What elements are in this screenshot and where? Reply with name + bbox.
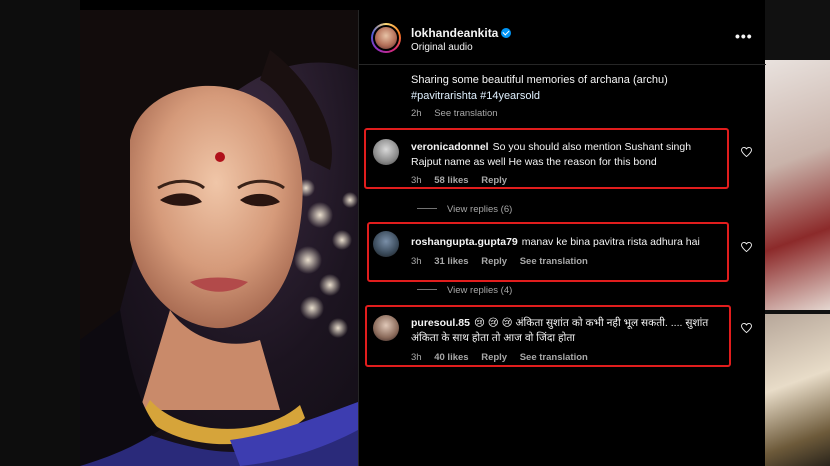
comment-username[interactable]: roshangupta.gupta79 xyxy=(411,236,518,248)
like-heart-icon[interactable] xyxy=(741,147,752,157)
see-translation-button[interactable]: See translation xyxy=(520,256,588,267)
post-username-text[interactable]: lokhandeankita xyxy=(411,26,498,40)
comment-time: 3h xyxy=(411,175,422,186)
audio-label[interactable]: Original audio xyxy=(411,42,473,53)
view-replies-link[interactable]: View replies (4) xyxy=(417,285,512,296)
like-heart-icon[interactable] xyxy=(741,242,752,252)
comment-text: manav ke bina pavitra rista adhura hai xyxy=(521,236,700,248)
post-media-video[interactable] xyxy=(80,10,358,466)
divider-line xyxy=(417,208,437,209)
post-username[interactable]: lokhandeankita xyxy=(411,26,512,40)
thumbnail-image[interactable] xyxy=(765,314,830,466)
reply-button[interactable]: Reply xyxy=(481,256,507,267)
comment-body: puresoul.85 😢 😢 😢 अंकिता सुशांत को कभी नह… xyxy=(411,316,729,346)
comment-username[interactable]: puresoul.85 xyxy=(411,317,470,329)
divider-line xyxy=(417,289,437,290)
post-header: lokhandeankita Original audio ••• xyxy=(359,10,766,65)
comment-time: 3h xyxy=(411,352,422,363)
more-options-icon[interactable]: ••• xyxy=(735,28,753,44)
comment-avatar[interactable] xyxy=(373,139,399,165)
caption-text: Sharing some beautiful memories of archa… xyxy=(411,74,668,86)
post-caption: Sharing some beautiful memories of archa… xyxy=(411,72,731,104)
reply-button[interactable]: Reply xyxy=(481,175,507,186)
highlight-box xyxy=(367,222,729,282)
comment-likes[interactable]: 40 likes xyxy=(434,352,468,363)
caption-see-translation[interactable]: See translation xyxy=(434,108,497,119)
caption-meta: 2h See translation xyxy=(411,108,508,119)
background-right-thumbnails xyxy=(765,0,830,466)
comment-avatar[interactable] xyxy=(373,231,399,257)
see-translation-button[interactable]: See translation xyxy=(520,352,588,363)
actress-illustration xyxy=(80,10,358,466)
comments-panel: lokhandeankita Original audio ••• Sharin… xyxy=(358,10,766,466)
profile-avatar[interactable] xyxy=(371,23,401,53)
view-replies-label[interactable]: View replies (6) xyxy=(447,204,512,215)
comment-avatar[interactable] xyxy=(373,315,399,341)
comment-meta: 3h 40 likes Reply See translation xyxy=(411,352,598,363)
comment-likes[interactable]: 31 likes xyxy=(434,256,468,267)
comment-meta: 3h 58 likes Reply xyxy=(411,175,517,186)
caption-time: 2h xyxy=(411,108,422,119)
comment-body: roshangupta.gupta79 manav ke bina pavitra… xyxy=(411,235,731,250)
thumbnail-image[interactable] xyxy=(765,60,830,310)
caption-hashtags[interactable]: #pavitrarishta #14yearsold xyxy=(411,88,731,104)
comment-username[interactable]: veronicadonnel xyxy=(411,141,489,153)
background-left xyxy=(0,0,80,466)
like-heart-icon[interactable] xyxy=(741,323,752,333)
view-replies-label[interactable]: View replies (4) xyxy=(447,285,512,296)
view-replies-link[interactable]: View replies (6) xyxy=(417,204,512,215)
comment-time: 3h xyxy=(411,256,422,267)
reply-button[interactable]: Reply xyxy=(481,352,507,363)
comment-body: veronicadonnel So you should also mention… xyxy=(411,140,721,170)
verified-badge-icon xyxy=(501,28,512,38)
comment-meta: 3h 31 likes Reply See translation xyxy=(411,256,598,267)
comment-likes[interactable]: 58 likes xyxy=(434,175,468,186)
